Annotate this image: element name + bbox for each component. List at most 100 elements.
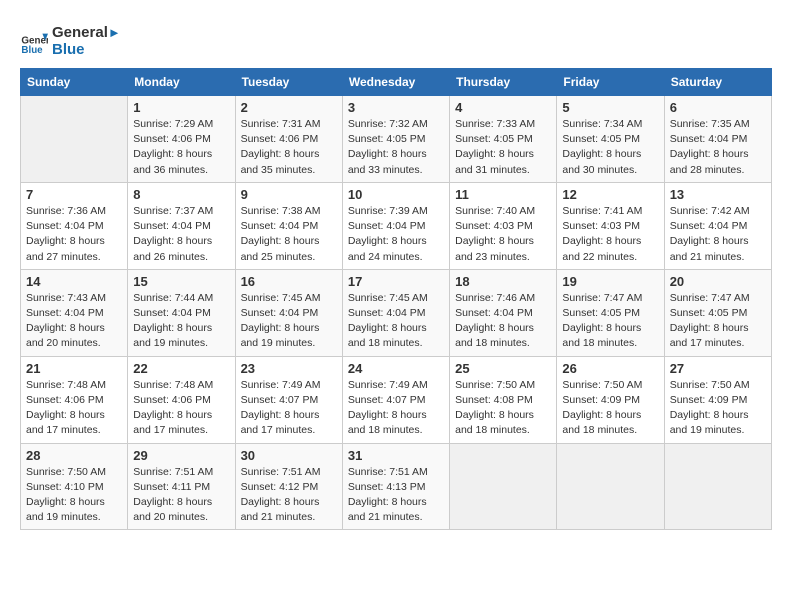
- day-info: Sunrise: 7:47 AM Sunset: 4:05 PM Dayligh…: [562, 291, 658, 352]
- day-info: Sunrise: 7:45 AM Sunset: 4:04 PM Dayligh…: [348, 291, 444, 352]
- calendar-day-cell: 5Sunrise: 7:34 AM Sunset: 4:05 PM Daylig…: [557, 96, 664, 183]
- day-number: 3: [348, 100, 444, 115]
- calendar-day-cell: [664, 443, 771, 530]
- calendar-day-cell: 12 Sunrise: 7:41 AM Sunset: 4:03 PM Dayli…: [557, 182, 664, 269]
- calendar-day-cell: [557, 443, 664, 530]
- calendar-week-row: 7Sunrise: 7:36 AM Sunset: 4:04 PM Daylig…: [21, 182, 772, 269]
- calendar-week-row: 1Sunrise: 7:29 AM Sunset: 4:06 PM Daylig…: [21, 96, 772, 183]
- day-number: 29: [133, 448, 229, 463]
- calendar-day-cell: 23 Sunrise: 7:49 AM Sunset: 4:07 PM Dayli…: [235, 356, 342, 443]
- day-number: 8: [133, 187, 229, 202]
- calendar-day-cell: 15 Sunrise: 7:44 AM Sunset: 4:04 PM Dayli…: [128, 269, 235, 356]
- day-info: Sunrise: 7:51 AM Sunset: 4:13 PM Dayligh…: [348, 465, 444, 526]
- calendar-day-cell: [450, 443, 557, 530]
- day-info: Sunrise: 7:44 AM Sunset: 4:04 PM Dayligh…: [133, 291, 229, 352]
- day-number: 13: [670, 187, 766, 202]
- day-info: Sunrise: 7:50 AM Sunset: 4:08 PM Dayligh…: [455, 378, 551, 439]
- calendar-day-cell: 17 Sunrise: 7:45 AM Sunset: 4:04 PM Dayli…: [342, 269, 449, 356]
- day-number: 28: [26, 448, 122, 463]
- day-number: 4: [455, 100, 551, 115]
- day-info: Sunrise: 7:51 AM Sunset: 4:11 PM Dayligh…: [133, 465, 229, 526]
- day-number: 21: [26, 361, 122, 376]
- day-info: Sunrise: 7:51 AM Sunset: 4:12 PM Dayligh…: [241, 465, 337, 526]
- weekday-header-cell: Saturday: [664, 69, 771, 96]
- day-number: 25: [455, 361, 551, 376]
- day-number: 10: [348, 187, 444, 202]
- calendar-day-cell: 27 Sunrise: 7:50 AM Sunset: 4:09 PM Dayli…: [664, 356, 771, 443]
- calendar-day-cell: 18 Sunrise: 7:46 AM Sunset: 4:04 PM Dayli…: [450, 269, 557, 356]
- day-info: Sunrise: 7:41 AM Sunset: 4:03 PM Dayligh…: [562, 204, 658, 265]
- calendar-day-cell: 30 Sunrise: 7:51 AM Sunset: 4:12 PM Dayli…: [235, 443, 342, 530]
- day-info: Sunrise: 7:43 AM Sunset: 4:04 PM Dayligh…: [26, 291, 122, 352]
- calendar-day-cell: 26 Sunrise: 7:50 AM Sunset: 4:09 PM Dayli…: [557, 356, 664, 443]
- logo-text: General►: [52, 25, 121, 42]
- day-number: 19: [562, 274, 658, 289]
- weekday-header-cell: Thursday: [450, 69, 557, 96]
- calendar-day-cell: 4 Sunrise: 7:33 AM Sunset: 4:05 PM Daylig…: [450, 96, 557, 183]
- day-number: 27: [670, 361, 766, 376]
- calendar-week-row: 28 Sunrise: 7:50 AM Sunset: 4:10 PM Dayli…: [21, 443, 772, 530]
- calendar-day-cell: 21 Sunrise: 7:48 AM Sunset: 4:06 PM Dayli…: [21, 356, 128, 443]
- logo-blue: Blue: [52, 42, 121, 59]
- calendar-day-cell: 10 Sunrise: 7:39 AM Sunset: 4:04 PM Dayli…: [342, 182, 449, 269]
- weekday-header-row: SundayMondayTuesdayWednesdayThursdayFrid…: [21, 69, 772, 96]
- day-number: 2: [241, 100, 337, 115]
- day-info: Sunrise: 7:39 AM Sunset: 4:04 PM Dayligh…: [348, 204, 444, 265]
- calendar-body: 1Sunrise: 7:29 AM Sunset: 4:06 PM Daylig…: [21, 96, 772, 530]
- calendar-table: SundayMondayTuesdayWednesdayThursdayFrid…: [20, 68, 772, 530]
- day-info: Sunrise: 7:48 AM Sunset: 4:06 PM Dayligh…: [26, 378, 122, 439]
- day-info: Sunrise: 7:50 AM Sunset: 4:10 PM Dayligh…: [26, 465, 122, 526]
- day-number: 16: [241, 274, 337, 289]
- day-number: 12: [562, 187, 658, 202]
- day-info: Sunrise: 7:49 AM Sunset: 4:07 PM Dayligh…: [241, 378, 337, 439]
- day-number: 18: [455, 274, 551, 289]
- day-number: 15: [133, 274, 229, 289]
- day-number: 17: [348, 274, 444, 289]
- day-info: Sunrise: 7:34 AM Sunset: 4:05 PM Dayligh…: [562, 117, 658, 178]
- day-number: 6: [670, 100, 766, 115]
- logo: General Blue General► Blue: [20, 25, 121, 58]
- calendar-day-cell: 25 Sunrise: 7:50 AM Sunset: 4:08 PM Dayli…: [450, 356, 557, 443]
- calendar-day-cell: 1Sunrise: 7:29 AM Sunset: 4:06 PM Daylig…: [128, 96, 235, 183]
- calendar-day-cell: 13 Sunrise: 7:42 AM Sunset: 4:04 PM Dayli…: [664, 182, 771, 269]
- day-info: Sunrise: 7:50 AM Sunset: 4:09 PM Dayligh…: [562, 378, 658, 439]
- day-info: Sunrise: 7:37 AM Sunset: 4:04 PM Dayligh…: [133, 204, 229, 265]
- day-info: Sunrise: 7:46 AM Sunset: 4:04 PM Dayligh…: [455, 291, 551, 352]
- calendar-day-cell: 19 Sunrise: 7:47 AM Sunset: 4:05 PM Dayli…: [557, 269, 664, 356]
- day-number: 23: [241, 361, 337, 376]
- day-info: Sunrise: 7:45 AM Sunset: 4:04 PM Dayligh…: [241, 291, 337, 352]
- calendar-day-cell: 11 Sunrise: 7:40 AM Sunset: 4:03 PM Dayli…: [450, 182, 557, 269]
- day-info: Sunrise: 7:50 AM Sunset: 4:09 PM Dayligh…: [670, 378, 766, 439]
- day-info: Sunrise: 7:47 AM Sunset: 4:05 PM Dayligh…: [670, 291, 766, 352]
- day-number: 30: [241, 448, 337, 463]
- calendar-day-cell: 29 Sunrise: 7:51 AM Sunset: 4:11 PM Dayli…: [128, 443, 235, 530]
- calendar-day-cell: 22Sunrise: 7:48 AM Sunset: 4:06 PM Dayli…: [128, 356, 235, 443]
- day-number: 11: [455, 187, 551, 202]
- day-number: 7: [26, 187, 122, 202]
- calendar-day-cell: 24Sunrise: 7:49 AM Sunset: 4:07 PM Dayli…: [342, 356, 449, 443]
- weekday-header-cell: Monday: [128, 69, 235, 96]
- weekday-header-cell: Tuesday: [235, 69, 342, 96]
- calendar-day-cell: 9 Sunrise: 7:38 AM Sunset: 4:04 PM Daylig…: [235, 182, 342, 269]
- day-number: 14: [26, 274, 122, 289]
- calendar-week-row: 14 Sunrise: 7:43 AM Sunset: 4:04 PM Dayli…: [21, 269, 772, 356]
- logo-icon: General Blue: [20, 28, 48, 56]
- calendar-day-cell: 31Sunrise: 7:51 AM Sunset: 4:13 PM Dayli…: [342, 443, 449, 530]
- day-number: 1: [133, 100, 229, 115]
- calendar-day-cell: 14 Sunrise: 7:43 AM Sunset: 4:04 PM Dayli…: [21, 269, 128, 356]
- day-number: 9: [241, 187, 337, 202]
- day-number: 22: [133, 361, 229, 376]
- day-number: 26: [562, 361, 658, 376]
- calendar-day-cell: 6Sunrise: 7:35 AM Sunset: 4:04 PM Daylig…: [664, 96, 771, 183]
- svg-text:Blue: Blue: [21, 45, 43, 56]
- day-number: 20: [670, 274, 766, 289]
- calendar-day-cell: 16 Sunrise: 7:45 AM Sunset: 4:04 PM Dayli…: [235, 269, 342, 356]
- day-info: Sunrise: 7:33 AM Sunset: 4:05 PM Dayligh…: [455, 117, 551, 178]
- weekday-header-cell: Friday: [557, 69, 664, 96]
- day-info: Sunrise: 7:38 AM Sunset: 4:04 PM Dayligh…: [241, 204, 337, 265]
- day-number: 24: [348, 361, 444, 376]
- day-info: Sunrise: 7:42 AM Sunset: 4:04 PM Dayligh…: [670, 204, 766, 265]
- day-info: Sunrise: 7:40 AM Sunset: 4:03 PM Dayligh…: [455, 204, 551, 265]
- day-info: Sunrise: 7:31 AM Sunset: 4:06 PM Dayligh…: [241, 117, 337, 178]
- calendar-day-cell: 8 Sunrise: 7:37 AM Sunset: 4:04 PM Daylig…: [128, 182, 235, 269]
